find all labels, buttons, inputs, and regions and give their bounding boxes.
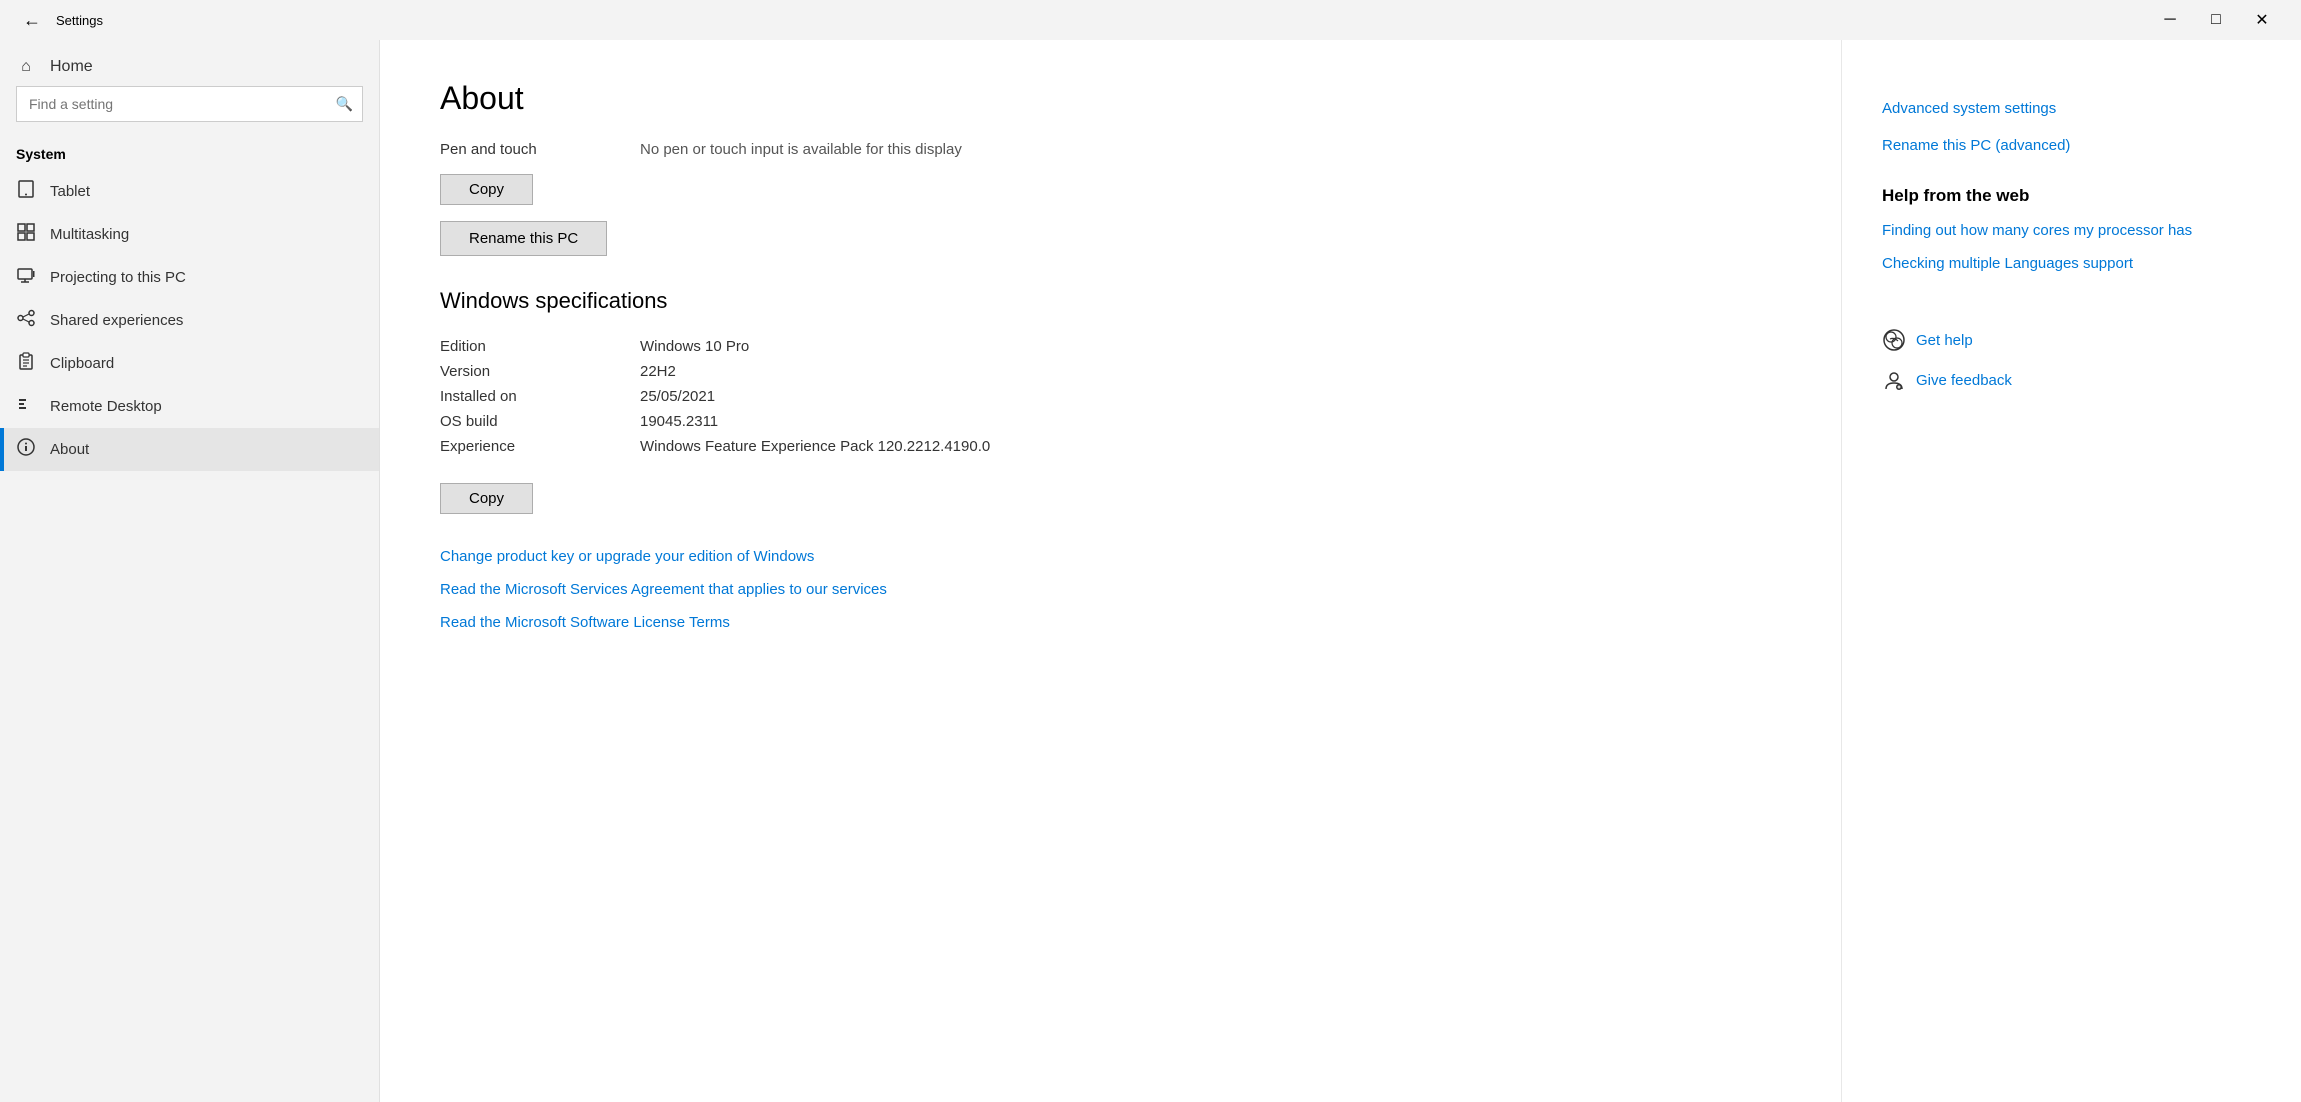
sidebar-item-remote[interactable]: Remote Desktop (0, 385, 379, 428)
window-controls: ─ □ ✕ (2147, 4, 2285, 36)
spec-label-edition: Edition (440, 338, 640, 355)
title-bar: ← Settings ─ □ ✕ (0, 0, 2301, 40)
spec-value-experience: Windows Feature Experience Pack 120.2212… (640, 438, 990, 455)
copy-button-specs[interactable]: Copy (440, 483, 533, 514)
get-help-icon (1882, 328, 1906, 352)
remote-icon (16, 395, 36, 418)
spec-value-osbuild: 19045.2311 (640, 413, 718, 430)
sidebar-about-label: About (50, 441, 89, 458)
pen-touch-row: Pen and touch No pen or touch input is a… (440, 141, 1781, 158)
sidebar-section-label: System (0, 138, 379, 170)
spec-row-experience: Experience Windows Feature Experience Pa… (440, 434, 1781, 459)
spec-label-osbuild: OS build (440, 413, 640, 430)
search-icon: 🔍 (336, 96, 353, 113)
spec-value-edition: Windows 10 Pro (640, 338, 749, 355)
get-help-label: Get help (1916, 332, 1973, 349)
advanced-system-settings-link[interactable]: Advanced system settings (1882, 100, 2261, 117)
link-product-key[interactable]: Change product key or upgrade your editi… (440, 548, 1781, 565)
rename-button[interactable]: Rename this PC (440, 221, 607, 256)
tablet-icon (16, 180, 36, 203)
give-feedback-label: Give feedback (1916, 372, 2012, 389)
give-feedback-action[interactable]: Give feedback (1882, 368, 2261, 392)
sidebar-item-clipboard[interactable]: Clipboard (0, 342, 379, 385)
give-feedback-icon (1882, 368, 1906, 392)
sidebar-clipboard-label: Clipboard (50, 355, 114, 372)
spec-label-installed: Installed on (440, 388, 640, 405)
shared-icon (16, 309, 36, 332)
main-content: About Pen and touch No pen or touch inpu… (380, 40, 1841, 1102)
minimize-button[interactable]: ─ (2147, 4, 2193, 36)
link-license-terms[interactable]: Read the Microsoft Software License Term… (440, 614, 1781, 631)
sidebar-item-home[interactable]: ⌂ Home (0, 48, 379, 86)
web-link-languages[interactable]: Checking multiple Languages support (1882, 255, 2261, 272)
page-title: About (440, 80, 1781, 117)
sidebar-remote-label: Remote Desktop (50, 398, 162, 415)
spec-row-version: Version 22H2 (440, 359, 1781, 384)
search-input[interactable] (16, 86, 363, 122)
spec-row-osbuild: OS build 19045.2311 (440, 409, 1781, 434)
about-icon (16, 438, 36, 461)
sidebar-item-shared[interactable]: Shared experiences (0, 299, 379, 342)
clipboard-icon (16, 352, 36, 375)
spec-row-edition: Edition Windows 10 Pro (440, 334, 1781, 359)
close-button[interactable]: ✕ (2239, 4, 2285, 36)
app-body: ⌂ Home 🔍 System Tablet (0, 40, 2301, 1102)
back-button[interactable]: ← (16, 4, 48, 36)
help-from-web-title: Help from the web (1882, 186, 2261, 206)
link-services-agreement[interactable]: Read the Microsoft Services Agreement th… (440, 581, 1781, 598)
sidebar-item-multitasking[interactable]: Multitasking (0, 213, 379, 256)
sidebar-multitasking-label: Multitasking (50, 226, 129, 243)
sidebar: ⌂ Home 🔍 System Tablet (0, 40, 380, 1102)
right-panel: Advanced system settings Rename this PC … (1841, 40, 2301, 1102)
home-icon: ⌂ (16, 58, 36, 76)
windows-spec-title: Windows specifications (440, 288, 1781, 314)
pen-touch-value: No pen or touch input is available for t… (640, 141, 962, 158)
sidebar-tablet-label: Tablet (50, 183, 90, 200)
search-container: 🔍 (16, 86, 363, 122)
spec-label-experience: Experience (440, 438, 640, 455)
app-title: Settings (56, 13, 2147, 28)
rename-advanced-link[interactable]: Rename this PC (advanced) (1882, 137, 2261, 154)
spec-value-version: 22H2 (640, 363, 676, 380)
sidebar-shared-label: Shared experiences (50, 312, 183, 329)
get-help-action[interactable]: Get help (1882, 328, 2261, 352)
spec-value-installed: 25/05/2021 (640, 388, 715, 405)
pen-touch-label: Pen and touch (440, 141, 620, 158)
copy-button-top[interactable]: Copy (440, 174, 533, 205)
web-link-cores[interactable]: Finding out how many cores my processor … (1882, 222, 2261, 239)
sidebar-item-tablet[interactable]: Tablet (0, 170, 379, 213)
spec-label-version: Version (440, 363, 640, 380)
sidebar-home-label: Home (50, 58, 93, 76)
restore-button[interactable]: □ (2193, 4, 2239, 36)
sidebar-item-projecting[interactable]: Projecting to this PC (0, 256, 379, 299)
spec-table: Edition Windows 10 Pro Version 22H2 Inst… (440, 334, 1781, 459)
sidebar-projecting-label: Projecting to this PC (50, 269, 186, 286)
multitasking-icon (16, 223, 36, 246)
spec-row-installed: Installed on 25/05/2021 (440, 384, 1781, 409)
projecting-icon (16, 266, 36, 289)
sidebar-item-about[interactable]: About (0, 428, 379, 471)
